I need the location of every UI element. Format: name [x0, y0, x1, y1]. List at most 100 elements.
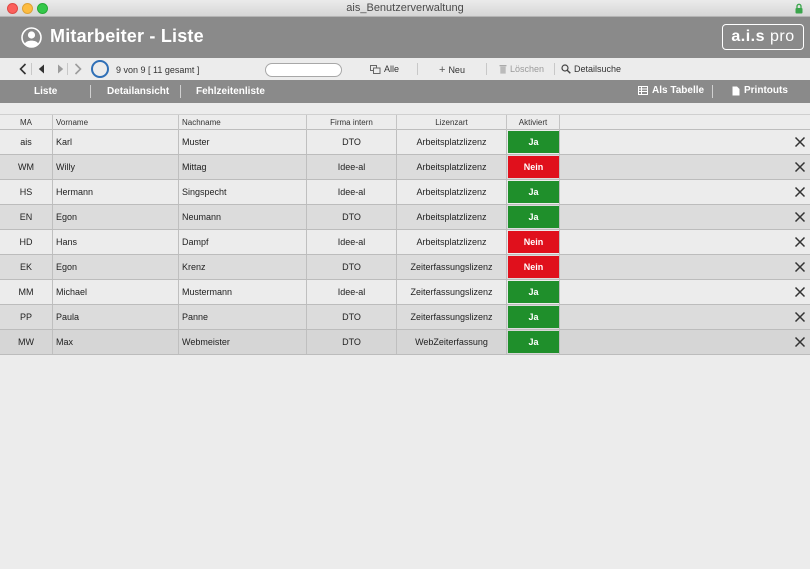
cell-firma[interactable]: DTO — [307, 255, 397, 279]
status-badge[interactable]: Ja — [508, 306, 559, 328]
cell-lizenzart[interactable]: Arbeitsplatzlizenz — [397, 180, 507, 204]
tab-list[interactable]: Liste — [34, 86, 57, 97]
status-badge[interactable]: Ja — [508, 181, 559, 203]
delete-row-icon[interactable] — [794, 336, 806, 348]
status-badge[interactable]: Ja — [508, 206, 559, 228]
cell-nachname[interactable]: Muster — [179, 130, 307, 154]
status-badge[interactable]: Nein — [508, 231, 559, 253]
column-header-vorname[interactable]: Vorname — [53, 115, 179, 130]
quick-search-input[interactable] — [265, 63, 342, 77]
delete-row-icon[interactable] — [794, 211, 806, 223]
cell-vorname[interactable]: Paula — [53, 305, 179, 329]
cell-lizenzart[interactable]: Zeiterfassungslizenz — [397, 305, 507, 329]
cell-firma[interactable]: DTO — [307, 330, 397, 354]
detail-search-button[interactable]: Detailsuche — [561, 64, 621, 74]
table-row[interactable]: MW Max Webmeister DTO WebZeiterfassung Ja — [0, 330, 810, 355]
cell-nachname[interactable]: Mittag — [179, 155, 307, 179]
delete-row-icon[interactable] — [794, 186, 806, 198]
window-title: ais_Benutzerverwaltung — [346, 2, 464, 14]
status-badge[interactable]: Nein — [508, 256, 559, 278]
page-title: Mitarbeiter - Liste — [50, 26, 204, 46]
delete-row-icon[interactable] — [794, 311, 806, 323]
printouts-button[interactable]: Printouts — [732, 85, 788, 96]
column-header-firma[interactable]: Firma intern — [307, 115, 397, 130]
table-row[interactable]: HS Hermann Singspecht Idee-al Arbeitsplatzli… — [0, 180, 810, 205]
back-nav-button[interactable] — [17, 62, 29, 76]
cell-vorname[interactable]: Hans — [53, 230, 179, 254]
cell-vorname[interactable]: Michael — [53, 280, 179, 304]
next-record-button[interactable] — [54, 62, 66, 76]
cell-ma[interactable]: HS — [0, 180, 53, 204]
delete-row-icon[interactable] — [794, 236, 806, 248]
table-row[interactable]: EK Egon Krenz DTO Zeiterfassungslizenz Nein — [0, 255, 810, 280]
column-header-nachname[interactable]: Nachname — [179, 115, 307, 130]
show-all-button[interactable]: Alle — [370, 64, 399, 74]
cell-firma[interactable]: DTO — [307, 130, 397, 154]
status-badge[interactable]: Ja — [508, 281, 559, 303]
cell-ma[interactable]: PP — [0, 305, 53, 329]
cell-vorname[interactable]: Karl — [53, 130, 179, 154]
column-header-ma[interactable]: MA — [0, 115, 53, 130]
forward-nav-button[interactable] — [72, 62, 84, 76]
cell-lizenzart[interactable]: Arbeitsplatzlizenz — [397, 130, 507, 154]
delete-row-icon[interactable] — [794, 286, 806, 298]
cell-lizenzart[interactable]: Zeiterfassungslizenz — [397, 280, 507, 304]
table-row[interactable]: PP Paula Panne DTO Zeiterfassungslizenz Ja — [0, 305, 810, 330]
cell-nachname[interactable]: Panne — [179, 305, 307, 329]
cell-nachname[interactable]: Neumann — [179, 205, 307, 229]
cell-firma[interactable]: Idee-al — [307, 155, 397, 179]
cell-firma[interactable]: Idee-al — [307, 280, 397, 304]
cell-ma[interactable]: WM — [0, 155, 53, 179]
as-table-label: Als Tabelle — [652, 85, 705, 96]
table-row[interactable]: MM Michael Mustermann Idee-al Zeiterfassungs… — [0, 280, 810, 305]
cell-ma[interactable]: EN — [0, 205, 53, 229]
status-badge[interactable]: Ja — [508, 131, 559, 153]
as-table-button[interactable]: Als Tabelle — [638, 85, 704, 96]
status-badge[interactable]: Ja — [508, 331, 559, 353]
printouts-label: Printouts — [744, 85, 788, 96]
delete-row-icon[interactable] — [794, 261, 806, 273]
cell-firma[interactable]: Idee-al — [307, 230, 397, 254]
cell-nachname[interactable]: Krenz — [179, 255, 307, 279]
column-header-aktiviert[interactable]: Aktiviert — [507, 115, 560, 130]
cell-lizenzart[interactable]: Arbeitsplatzlizenz — [397, 230, 507, 254]
cell-nachname[interactable]: Mustermann — [179, 280, 307, 304]
tab-detail-view[interactable]: Detailansicht — [107, 86, 169, 97]
cell-lizenzart[interactable]: Arbeitsplatzlizenz — [397, 155, 507, 179]
cell-nachname[interactable]: Dampf — [179, 230, 307, 254]
cell-nachname[interactable]: Singspecht — [179, 180, 307, 204]
table-row[interactable]: WM Willy Mittag Idee-al Arbeitsplatzlizenz Ne… — [0, 155, 810, 180]
cell-ma[interactable]: MM — [0, 280, 53, 304]
table-row[interactable]: EN Egon Neumann DTO Arbeitsplatzlizenz Ja — [0, 205, 810, 230]
cell-ma[interactable]: MW — [0, 330, 53, 354]
delete-row-icon[interactable] — [794, 136, 806, 148]
cell-vorname[interactable]: Egon — [53, 255, 179, 279]
table-row[interactable]: ais Karl Muster DTO Arbeitsplatzlizenz Ja — [0, 130, 810, 155]
tab-absence-list[interactable]: Fehlzeitenliste — [196, 86, 265, 97]
user-icon[interactable] — [21, 27, 42, 48]
delete-record-button[interactable]: Löschen — [499, 64, 544, 74]
cell-firma[interactable]: Idee-al — [307, 180, 397, 204]
status-badge[interactable]: Nein — [508, 156, 559, 178]
previous-record-button[interactable] — [35, 62, 47, 76]
cell-aktiviert: Ja — [507, 330, 560, 354]
cell-lizenzart[interactable]: Arbeitsplatzlizenz — [397, 205, 507, 229]
cell-ma[interactable]: ais — [0, 130, 53, 154]
column-header-lizenzart[interactable]: Lizenzart — [397, 115, 507, 130]
cell-nachname[interactable]: Webmeister — [179, 330, 307, 354]
cell-vorname[interactable]: Hermann — [53, 180, 179, 204]
cell-vorname[interactable]: Willy — [53, 155, 179, 179]
delete-row-icon[interactable] — [794, 161, 806, 173]
record-slider-icon[interactable] — [91, 60, 109, 78]
cell-lizenzart[interactable]: Zeiterfassungslizenz — [397, 255, 507, 279]
cell-vorname[interactable]: Max — [53, 330, 179, 354]
cell-vorname[interactable]: Egon — [53, 205, 179, 229]
cell-lizenzart[interactable]: WebZeiterfassung — [397, 330, 507, 354]
cell-ma[interactable]: EK — [0, 255, 53, 279]
toolbar-divider — [417, 63, 418, 75]
new-record-button[interactable]: + Neu — [439, 64, 465, 76]
cell-firma[interactable]: DTO — [307, 205, 397, 229]
cell-firma[interactable]: DTO — [307, 305, 397, 329]
cell-ma[interactable]: HD — [0, 230, 53, 254]
table-row[interactable]: HD Hans Dampf Idee-al Arbeitsplatzlizenz Nein — [0, 230, 810, 255]
